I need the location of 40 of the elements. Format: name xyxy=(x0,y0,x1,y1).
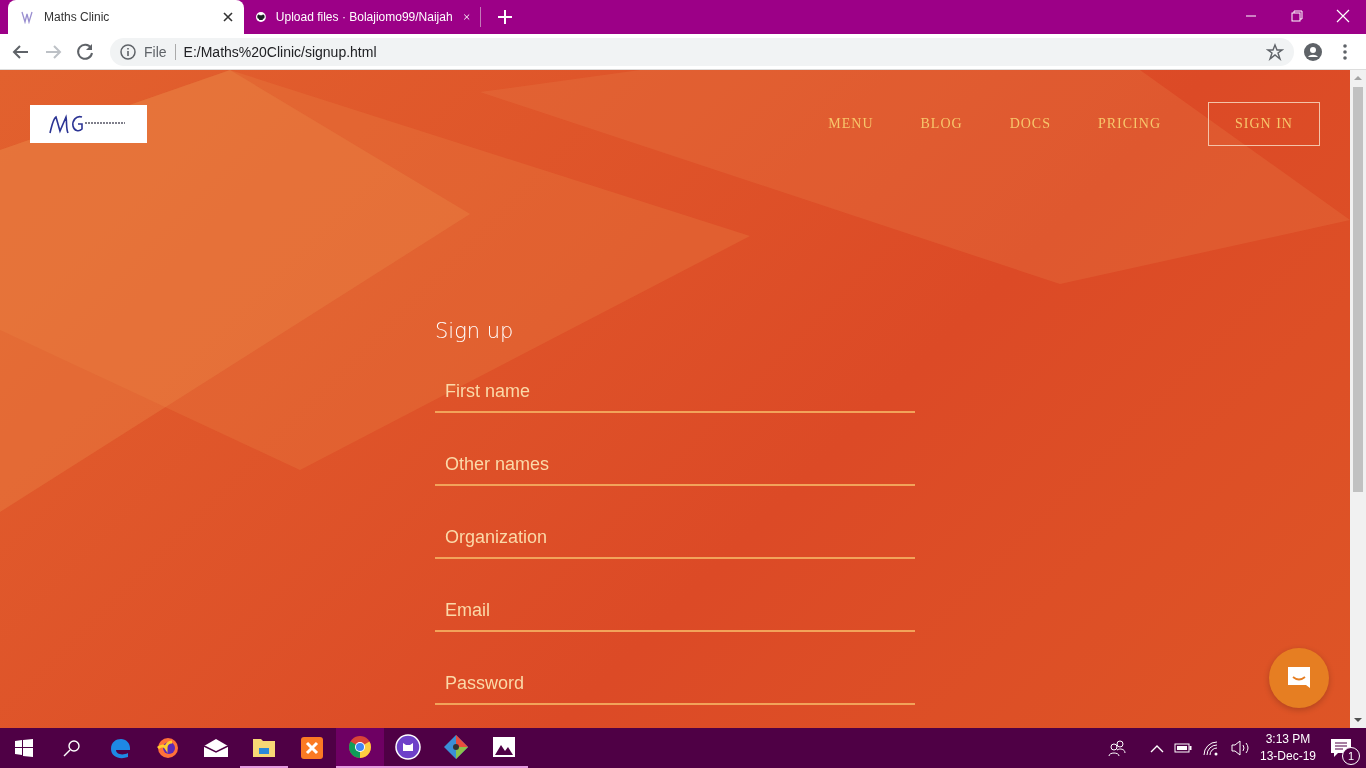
taskbar-app[interactable] xyxy=(336,728,384,768)
date-text: 13-Dec-19 xyxy=(1259,748,1316,765)
star-icon[interactable] xyxy=(1266,42,1284,61)
chat-button[interactable] xyxy=(1269,648,1329,708)
windows-start-icon[interactable] xyxy=(15,739,33,757)
form-title: Sign up xyxy=(435,319,515,343)
git-icon xyxy=(443,734,469,760)
scheme-label: File xyxy=(144,43,176,60)
favicon-icon xyxy=(20,10,34,24)
scroll-thumb[interactable] xyxy=(1353,87,1363,492)
chrome-icon xyxy=(348,735,372,759)
input-field[interactable]: Organization xyxy=(435,517,915,559)
search-icon[interactable] xyxy=(63,739,81,757)
notification-badge: 1 xyxy=(1342,747,1360,765)
mail-icon xyxy=(203,738,229,758)
volume-icon[interactable] xyxy=(1229,740,1250,756)
folder-icon xyxy=(252,736,276,758)
browser-tab[interactable]: Maths Clinic xyxy=(8,0,244,34)
input-field[interactable]: Password xyxy=(435,663,915,705)
input-field[interactable]: Other names xyxy=(435,444,915,486)
url-text: E:/Maths%20Clinic/signup.html xyxy=(183,43,377,60)
info-icon xyxy=(120,43,136,60)
browser-tab[interactable]: Upload files · Bolajiomo99/Naijah xyxy=(244,0,480,34)
close-icon[interactable] xyxy=(222,11,234,23)
address-bar[interactable]: File E:/Maths%20Clinic/signup.html xyxy=(110,37,1294,66)
input-field[interactable]: First name xyxy=(435,371,915,413)
wifi-icon[interactable] xyxy=(1201,740,1220,756)
clock[interactable]: 3:13 PM 13-Dec-19 xyxy=(1259,731,1316,765)
xampp-icon xyxy=(300,736,324,760)
time-text: 3:13 PM xyxy=(1265,731,1311,748)
people-icon[interactable] xyxy=(1107,739,1126,757)
chevron-up-icon[interactable] xyxy=(1149,743,1164,753)
cat-icon xyxy=(395,734,421,760)
battery-icon[interactable] xyxy=(1173,742,1192,754)
photos-icon xyxy=(492,736,516,758)
firefox-icon xyxy=(156,736,180,760)
edge-icon xyxy=(108,736,132,760)
github-icon xyxy=(256,9,266,25)
input-field[interactable]: Email xyxy=(435,590,915,632)
scrollbar[interactable] xyxy=(1350,70,1366,728)
